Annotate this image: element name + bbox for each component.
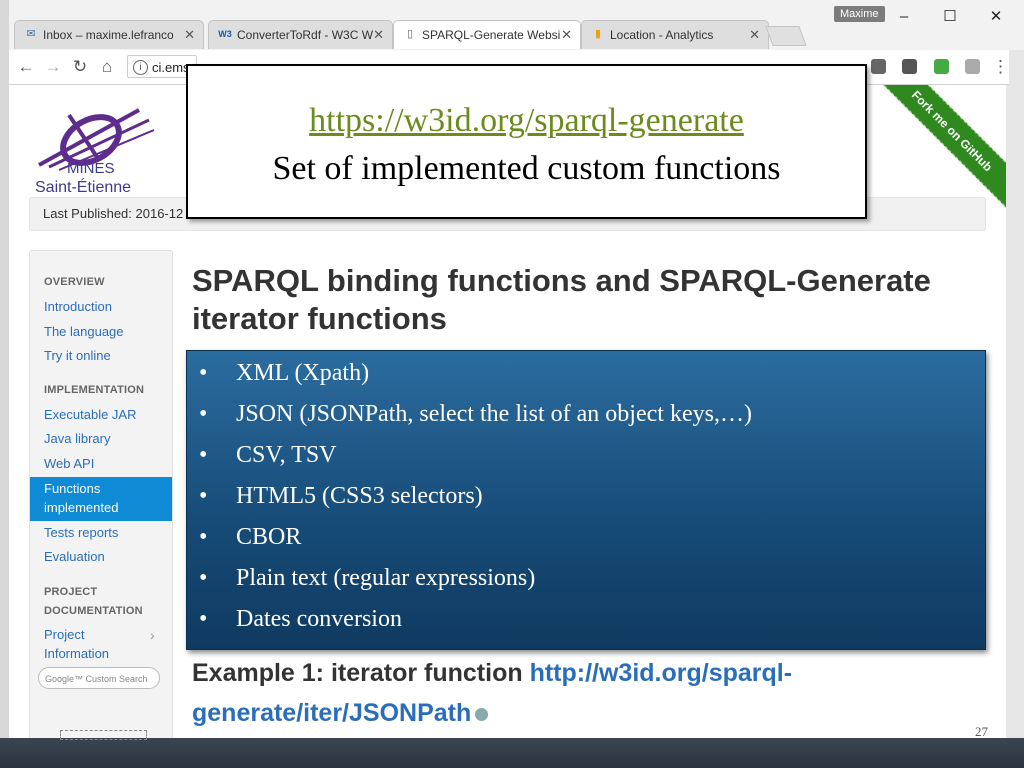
forward-arrow-icon[interactable]: → <box>42 56 64 78</box>
bullet-text: JSON (JSONPath, select the list of an ob… <box>236 401 752 427</box>
back-arrow-icon[interactable]: ← <box>15 56 37 78</box>
sidebar-item-evaluation[interactable]: Evaluation <box>44 549 105 564</box>
bullet-text: Dates conversion <box>236 606 402 632</box>
profile-badge[interactable]: Maxime <box>834 6 885 22</box>
logo-text: MINES <box>67 160 115 177</box>
browser-tab-strip: ✉ Inbox – maxime.lefranco ✕ W3 Converter… <box>9 0 1024 50</box>
bullet-item: • CBOR <box>199 524 301 551</box>
new-tab-button[interactable] <box>765 26 807 46</box>
bullet-item: • JSON (JSONPath, select the list of an o… <box>199 401 752 428</box>
example-heading: Example 1: iterator function http://w3id… <box>192 653 982 733</box>
bullet-text: CBOR <box>236 524 302 550</box>
window-frame-right <box>1006 0 1024 740</box>
tab-inbox[interactable]: ✉ Inbox – maxime.lefranco ✕ <box>14 20 204 49</box>
home-icon[interactable]: ⌂ <box>96 56 118 78</box>
menu-icon[interactable]: ⋮ <box>992 56 1009 78</box>
sidebar-item-try-online[interactable]: Try it online <box>44 348 111 363</box>
sidebar-heading: PROJECT <box>44 586 98 598</box>
bullet-marker: • <box>199 483 208 509</box>
sidebar-item-label: Functions <box>44 481 101 496</box>
close-icon[interactable]: ✕ <box>749 27 760 43</box>
bullet-text: Plain text (regular expressions) <box>236 565 536 591</box>
sidebar-heading: IMPLEMENTATION <box>44 384 145 396</box>
close-icon[interactable]: ✕ <box>561 27 572 43</box>
logo-text: Saint-Étienne <box>35 179 132 196</box>
bullet-item: • Plain text (regular expressions) <box>199 565 535 592</box>
pdf-extension-icon[interactable] <box>965 59 980 74</box>
sidebar-item-functions-implemented[interactable]: Functions implemented <box>30 477 172 521</box>
sidebar-heading: DOCUMENTATION <box>44 605 143 617</box>
sidebar-heading: OVERVIEW <box>44 276 105 288</box>
bullet-item: • Dates conversion <box>199 606 402 633</box>
reload-icon[interactable]: ↻ <box>69 56 91 78</box>
external-link-icon <box>475 707 489 721</box>
slide-title-box: https://w3id.org/sparql-generate Set of … <box>186 64 867 219</box>
close-icon[interactable]: ✕ <box>184 27 195 43</box>
minimize-icon[interactable]: – <box>889 6 919 28</box>
tab-converter[interactable]: W3 ConverterToRdf - W3C W ✕ <box>208 20 393 49</box>
tab-label: ConverterToRdf - W3C W <box>237 28 374 42</box>
slide-number: 27 <box>975 724 988 739</box>
sidebar-item-language[interactable]: The language <box>44 324 124 339</box>
info-icon: i <box>133 60 148 75</box>
mail-extension-icon[interactable] <box>902 59 917 74</box>
sidebar-item-label: implemented <box>44 500 119 515</box>
bullet-text: CSV, TSV <box>236 442 337 468</box>
sidebar-item-web-api[interactable]: Web API <box>44 456 94 471</box>
sidebar-item-tests-reports[interactable]: Tests reports <box>44 525 118 540</box>
close-icon[interactable]: ✕ <box>373 27 384 43</box>
presentation-slide: ✉ Inbox – maxime.lefranco ✕ W3 Converter… <box>0 0 1024 768</box>
maximize-icon[interactable]: ☐ <box>935 6 965 28</box>
extension-icon[interactable] <box>871 59 886 74</box>
bullet-marker: • <box>199 565 208 591</box>
sidebar-nav: OVERVIEW Introduction The language Try i… <box>29 250 173 738</box>
tab-label: Location - Analytics <box>610 28 714 42</box>
slide-subtitle: Set of implemented custom functions <box>272 150 781 187</box>
slide-title-link[interactable]: https://w3id.org/sparql-generate <box>188 102 865 140</box>
bullet-marker: • <box>199 442 208 468</box>
sidebar-item-java-library[interactable]: Java library <box>44 431 110 446</box>
tab-label: SPARQL-Generate Websi <box>422 28 561 42</box>
footer-placeholder <box>60 730 147 740</box>
bullet-marker: • <box>199 360 208 386</box>
slide-bottom-bar <box>0 738 1024 768</box>
bullet-marker: • <box>199 524 208 550</box>
bullet-marker: • <box>199 606 208 632</box>
sidebar-item-project-information[interactable]: Project <box>44 627 84 642</box>
bullet-text: HTML5 (CSS3 selectors) <box>236 483 483 509</box>
tab-analytics[interactable]: ▮ Location - Analytics ✕ <box>581 20 769 49</box>
sidebar-item-introduction[interactable]: Introduction <box>44 299 112 314</box>
extension-icon[interactable] <box>934 59 949 74</box>
google-search-input[interactable]: Google™ Custom Search <box>38 667 160 689</box>
bullet-item: • HTML5 (CSS3 selectors) <box>199 483 483 510</box>
bullet-item: • XML (Xpath) <box>199 360 369 387</box>
page-title: SPARQL binding functions and SPARQL-Gene… <box>192 263 931 336</box>
bullet-item: • CSV, TSV <box>199 442 337 469</box>
example-label: Example 1: iterator function <box>192 659 530 687</box>
bullet-marker: • <box>199 401 208 427</box>
tab-sparql-generate[interactable]: ▯ SPARQL-Generate Websi ✕ <box>393 20 581 49</box>
slide-bullet-box: • XML (Xpath) • JSON (JSONPath, select the… <box>186 350 986 650</box>
sidebar-item-executable-jar[interactable]: Executable JAR <box>44 407 137 422</box>
mail-icon: ✉ <box>26 28 36 40</box>
page-icon: ▯ <box>406 28 414 40</box>
close-window-icon[interactable]: ✕ <box>981 6 1011 28</box>
sidebar-item-project-information-2[interactable]: Information <box>44 646 109 661</box>
bullet-text: XML (Xpath) <box>236 360 370 386</box>
w3c-icon: W3 <box>218 29 232 39</box>
analytics-icon: ▮ <box>594 28 602 40</box>
chevron-right-icon[interactable]: › <box>150 627 155 643</box>
tab-label: Inbox – maxime.lefranco <box>43 28 174 42</box>
window-frame-left <box>0 0 9 768</box>
published-date: Last Published: 2016-12 <box>43 206 184 221</box>
